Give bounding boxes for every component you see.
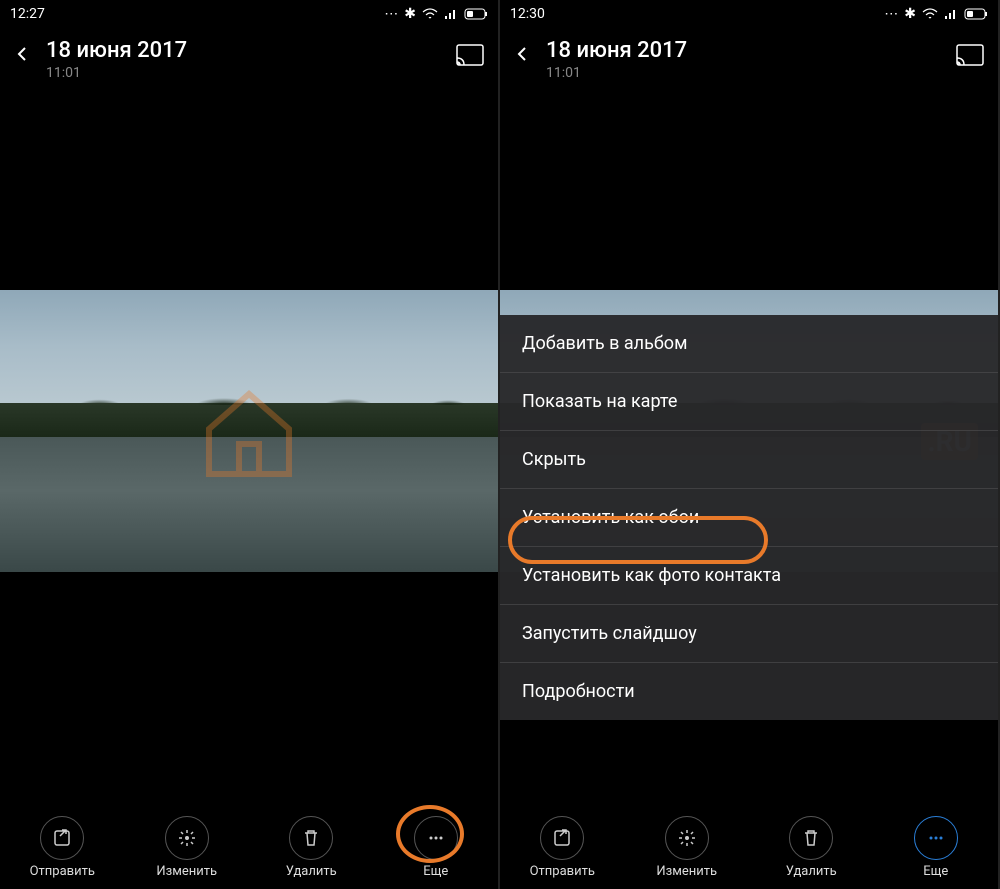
photo-viewer[interactable] <box>0 290 498 572</box>
share-icon <box>540 816 584 860</box>
edit-icon <box>165 816 209 860</box>
edit-icon <box>665 816 709 860</box>
cast-button[interactable] <box>956 44 984 66</box>
share-button[interactable]: Отправить <box>12 816 112 879</box>
more-dots-icon: ⋯ <box>384 6 398 22</box>
edit-button[interactable]: Изменить <box>137 816 237 879</box>
header-date: 18 июня 2017 <box>46 38 440 63</box>
status-icons: ⋯ ✱ <box>884 6 988 22</box>
status-time: 12:30 <box>510 6 545 22</box>
status-icons: ⋯ ✱ <box>384 6 488 22</box>
photo-trees <box>0 403 498 437</box>
menu-add-album[interactable]: Добавить в альбом <box>500 315 998 372</box>
photo-water <box>0 437 498 572</box>
more-button[interactable]: Еще <box>886 816 986 879</box>
delete-label: Удалить <box>286 864 337 879</box>
menu-slideshow[interactable]: Запустить слайдшоу <box>500 604 998 662</box>
battery-icon <box>464 8 488 20</box>
delete-button[interactable]: Удалить <box>261 816 361 879</box>
share-icon <box>40 816 84 860</box>
bluetooth-icon: ✱ <box>404 6 416 22</box>
more-dots-icon: ⋯ <box>884 6 898 22</box>
screen-left: 12:27 ⋯ ✱ 18 июня 2017 11:01 Отпр <box>0 0 500 889</box>
status-bar: 12:27 ⋯ ✱ <box>0 0 498 28</box>
header: 18 июня 2017 11:01 <box>0 28 498 91</box>
menu-hide[interactable]: Скрыть <box>500 430 998 488</box>
edit-button[interactable]: Изменить <box>637 816 737 879</box>
cast-button[interactable] <box>456 44 484 66</box>
delete-label: Удалить <box>786 864 837 879</box>
status-time: 12:27 <box>10 6 45 22</box>
screen-right: 12:30 ⋯ ✱ 18 июня 2017 11:01 .RU Добавит… <box>500 0 1000 889</box>
wifi-icon <box>422 8 438 20</box>
back-button[interactable] <box>514 46 530 62</box>
delete-button[interactable]: Удалить <box>761 816 861 879</box>
share-label: Отправить <box>530 864 595 879</box>
battery-icon <box>964 8 988 20</box>
bottom-toolbar: Отправить Изменить Удалить Еще <box>0 808 498 889</box>
more-button[interactable]: Еще <box>386 816 486 879</box>
share-label: Отправить <box>30 864 95 879</box>
more-menu: Добавить в альбом Показать на карте Скры… <box>500 315 998 720</box>
wifi-icon <box>922 8 938 20</box>
edit-label: Изменить <box>156 864 217 879</box>
more-label: Еще <box>923 864 948 879</box>
status-bar: 12:30 ⋯ ✱ <box>500 0 998 28</box>
signal-icon <box>444 8 458 20</box>
share-button[interactable]: Отправить <box>512 816 612 879</box>
trash-icon <box>789 816 833 860</box>
header-time: 11:01 <box>46 65 440 81</box>
photo-sky <box>0 290 498 403</box>
bottom-toolbar: Отправить Изменить Удалить Еще <box>500 808 998 889</box>
header: 18 июня 2017 11:01 <box>500 28 998 91</box>
menu-set-wallpaper[interactable]: Установить как обои <box>500 488 998 546</box>
header-date: 18 июня 2017 <box>546 38 940 63</box>
more-icon <box>414 816 458 860</box>
more-icon <box>914 816 958 860</box>
menu-details[interactable]: Подробности <box>500 662 998 720</box>
bluetooth-icon: ✱ <box>904 6 916 22</box>
trash-icon <box>289 816 333 860</box>
menu-show-map[interactable]: Показать на карте <box>500 372 998 430</box>
back-button[interactable] <box>14 46 30 62</box>
more-label: Еще <box>423 864 448 879</box>
edit-label: Изменить <box>656 864 717 879</box>
menu-set-contact[interactable]: Установить как фото контакта <box>500 546 998 604</box>
signal-icon <box>944 8 958 20</box>
header-time: 11:01 <box>546 65 940 81</box>
